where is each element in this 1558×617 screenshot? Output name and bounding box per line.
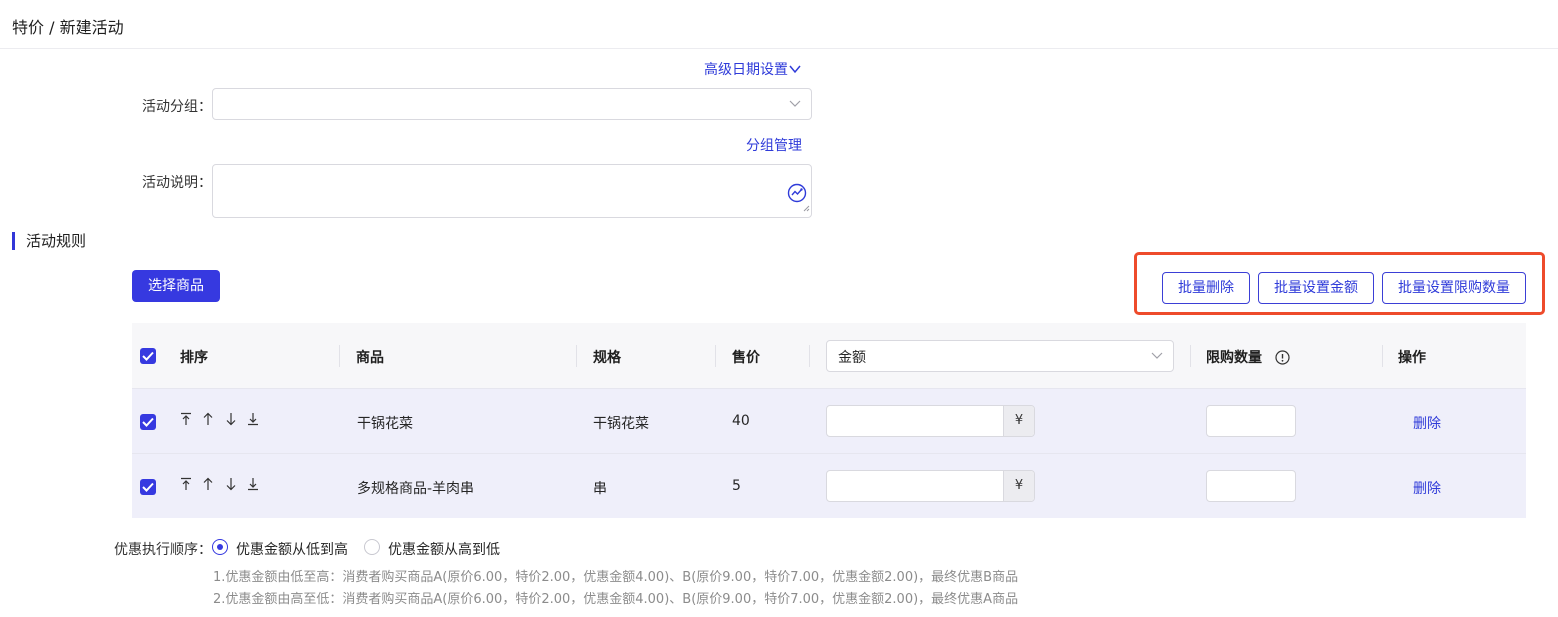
- page-title: 特价 / 新建活动: [12, 18, 124, 37]
- column-header-price: 售价: [732, 350, 760, 366]
- info-icon[interactable]: [1275, 350, 1290, 369]
- batch-set-limit-button[interactable]: 批量设置限购数量: [1382, 272, 1526, 304]
- amount-type-value: 金额: [838, 350, 866, 366]
- select-all-checkbox[interactable]: [140, 348, 156, 364]
- column-divider: [1190, 345, 1191, 367]
- move-up-icon[interactable]: [202, 477, 220, 493]
- amount-input[interactable]: ¥: [826, 470, 1035, 502]
- row-checkbox[interactable]: [140, 479, 156, 495]
- advanced-date-settings-link[interactable]: 高级日期设置: [704, 59, 801, 79]
- delete-link[interactable]: 删除: [1413, 413, 1441, 433]
- goods-spec: 干锅花菜: [593, 416, 649, 432]
- chevron-down-icon: [789, 62, 801, 78]
- move-top-icon[interactable]: [180, 412, 198, 428]
- discount-order-label: 优惠执行顺序：: [114, 542, 212, 558]
- column-divider: [809, 345, 810, 367]
- radio-high-to-low-label[interactable]: 优惠金额从高到低: [388, 539, 500, 559]
- sort-controls: [180, 412, 265, 428]
- table-row: 干锅花菜 干锅花菜 40 ¥ 删除: [132, 388, 1526, 453]
- column-header-sort: 排序: [180, 350, 208, 366]
- row-checkbox[interactable]: [140, 414, 156, 430]
- goods-price: 40: [732, 413, 750, 429]
- column-header-limit-label: 限购数量: [1206, 350, 1262, 366]
- resize-grip-icon[interactable]: [803, 200, 810, 216]
- rules-section-title: 活动规则: [12, 232, 86, 250]
- amount-type-select[interactable]: 金额: [826, 340, 1174, 372]
- batch-set-amount-button[interactable]: 批量设置金额: [1258, 272, 1374, 304]
- discount-order-note: 2.优惠金额由高至低：消费者购买商品A(原价6.00，特价2.00，优惠金额4.…: [213, 592, 1019, 607]
- select-goods-button[interactable]: 选择商品: [132, 270, 220, 302]
- goods-price: 5: [732, 478, 741, 494]
- column-header-limit: 限购数量: [1206, 347, 1290, 369]
- description-textarea[interactable]: [212, 164, 812, 218]
- move-bottom-icon[interactable]: [247, 412, 265, 428]
- advanced-date-settings-label: 高级日期设置: [704, 62, 788, 78]
- goods-name: 多规格商品-羊肉串: [357, 481, 475, 497]
- limit-quantity-input[interactable]: [1206, 405, 1296, 437]
- batch-delete-button[interactable]: 批量删除: [1162, 272, 1250, 304]
- column-divider: [576, 345, 577, 367]
- radio-high-to-low[interactable]: [364, 539, 380, 555]
- currency-suffix: ¥: [1003, 406, 1034, 436]
- sort-controls: [180, 477, 265, 493]
- radio-low-to-high-label[interactable]: 优惠金额从低到高: [236, 539, 348, 559]
- amount-input[interactable]: ¥: [826, 405, 1035, 437]
- move-down-icon[interactable]: [225, 412, 243, 428]
- goods-name: 干锅花菜: [357, 416, 413, 432]
- column-header-goods: 商品: [356, 350, 384, 366]
- column-divider: [1382, 345, 1383, 367]
- chevron-down-icon: [1151, 348, 1163, 364]
- column-divider: [339, 345, 340, 367]
- column-header-action: 操作: [1398, 350, 1426, 366]
- move-bottom-icon[interactable]: [247, 477, 265, 493]
- column-divider: [715, 345, 716, 367]
- move-up-icon[interactable]: [202, 412, 220, 428]
- group-manage-link[interactable]: 分组管理: [746, 135, 802, 155]
- page-header: 特价 / 新建活动: [0, 0, 1558, 49]
- group-label: 活动分组：: [142, 99, 212, 115]
- currency-suffix: ¥: [1003, 471, 1034, 501]
- move-top-icon[interactable]: [180, 477, 198, 493]
- discount-order-note: 1.优惠金额由低至高：消费者购买商品A(原价6.00，特价2.00，优惠金额4.…: [213, 570, 1019, 585]
- delete-link[interactable]: 删除: [1413, 478, 1441, 498]
- radio-low-to-high[interactable]: [212, 539, 228, 555]
- goods-spec: 串: [593, 481, 607, 497]
- column-header-spec: 规格: [593, 350, 621, 366]
- table-row: 多规格商品-羊肉串 串 5 ¥ 删除: [132, 453, 1526, 518]
- chevron-down-icon: [789, 96, 801, 112]
- group-select[interactable]: [212, 88, 812, 120]
- table-header: 排序 商品 规格 售价 金额 限购数量 操作: [132, 323, 1526, 389]
- limit-quantity-input[interactable]: [1206, 470, 1296, 502]
- move-down-icon[interactable]: [225, 477, 243, 493]
- description-label: 活动说明：: [142, 175, 212, 191]
